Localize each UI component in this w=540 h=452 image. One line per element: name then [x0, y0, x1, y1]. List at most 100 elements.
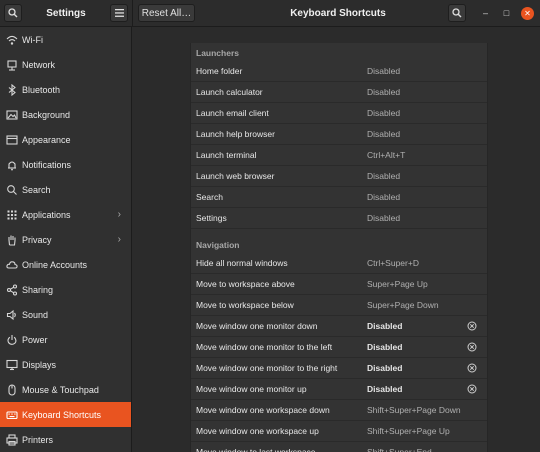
hamburger-icon	[114, 9, 124, 17]
sidebar-item-label: Notifications	[22, 159, 72, 170]
settings-title: Settings	[46, 8, 86, 19]
sidebar-item-background[interactable]: Background	[0, 102, 131, 127]
close-button[interactable]: ✕	[521, 7, 534, 20]
shortcut-accelerator: Disabled	[367, 213, 401, 223]
sidebar-item-network[interactable]: Network	[0, 52, 131, 77]
shortcut-row[interactable]: Move to workspace above Super+Page Up	[191, 274, 487, 295]
shortcut-row[interactable]: Move window one monitor down Disabled	[191, 316, 487, 337]
sidebar-item-sharing[interactable]: Sharing	[0, 277, 131, 302]
sidebar-item-label: Printers	[22, 434, 54, 445]
shortcut-accelerator: Disabled	[367, 87, 401, 97]
sidebar-item-sound[interactable]: Sound	[0, 302, 131, 327]
keyboard-icon	[6, 409, 18, 421]
sidebar-item-power[interactable]: Power	[0, 327, 131, 352]
header-separator	[132, 0, 133, 27]
shortcut-accelerator: Super+Page Up	[367, 279, 428, 289]
sidebar-item-applications[interactable]: Applications ›	[0, 202, 131, 227]
sidebar-item-mouse-touchpad[interactable]: Mouse & Touchpad	[0, 377, 131, 402]
minimize-button[interactable]: –	[479, 7, 492, 20]
network-icon	[6, 59, 18, 71]
reset-shortcut-icon[interactable]	[467, 342, 477, 352]
sidebar-item-label: Mouse & Touchpad	[22, 384, 99, 395]
speaker-icon	[6, 309, 18, 321]
shortcut-row[interactable]: Move window one monitor to the left Disab…	[191, 337, 487, 358]
sidebar-item-displays[interactable]: Displays	[0, 352, 131, 377]
bluetooth-icon	[6, 83, 18, 96]
sidebar: Wi-Fi Network Bluetooth Background Appearanc…	[0, 27, 132, 452]
section-title-launchers: Launchers	[196, 48, 239, 58]
sidebar-item-privacy[interactable]: Privacy ›	[0, 227, 131, 252]
shortcut-row[interactable]: Launch help browser Disabled	[191, 124, 487, 145]
reset-all-button[interactable]: Reset All…	[138, 4, 195, 22]
shortcut-accelerator: Disabled	[367, 363, 403, 373]
shortcut-name: Launch help browser	[196, 129, 275, 139]
sidebar-item-appearance[interactable]: Appearance	[0, 127, 131, 152]
sidebar-item-search[interactable]: Search	[0, 177, 131, 202]
main-content: Launchers Home folder Disabled Launch calcu…	[132, 27, 540, 452]
maximize-button[interactable]: □	[500, 7, 513, 20]
sidebar-item-online-accounts[interactable]: Online Accounts	[0, 252, 131, 277]
shortcut-accelerator: Disabled	[367, 321, 403, 331]
shortcut-row[interactable]: Home folder Disabled	[191, 61, 487, 82]
hand-icon	[6, 234, 18, 246]
shortcut-accelerator: Disabled	[367, 66, 401, 76]
section-title-navigation: Navigation	[196, 240, 240, 250]
sidebar-item-label: Background	[22, 109, 71, 120]
menu-button[interactable]	[110, 4, 128, 22]
sidebar-item-keyboard-shortcuts[interactable]: Keyboard Shortcuts	[0, 402, 131, 427]
chevron-right-icon: ›	[117, 209, 121, 220]
shortcut-row[interactable]: Move window one workspace up Shift+Super+…	[191, 421, 487, 442]
printer-icon	[6, 433, 18, 446]
shortcut-row[interactable]: Search Disabled	[191, 187, 487, 208]
sidebar-item-label: Bluetooth	[22, 84, 61, 95]
shortcut-name: Settings	[196, 213, 227, 223]
shortcut-row[interactable]: Hide all normal windows Ctrl+Super+D	[191, 253, 487, 274]
sidebar-item-bluetooth[interactable]: Bluetooth	[0, 77, 131, 102]
shortcut-name: Move window one monitor up	[196, 384, 307, 394]
shortcut-row[interactable]: Launch email client Disabled	[191, 103, 487, 124]
shortcut-row[interactable]: Move window one workspace down Shift+Supe…	[191, 400, 487, 421]
shortcut-search-button[interactable]	[448, 4, 466, 22]
sidebar-item-label: Privacy	[22, 234, 52, 245]
shortcut-row[interactable]: Launch web browser Disabled	[191, 166, 487, 187]
appearance-icon	[6, 134, 18, 146]
settings-window: Settings Reset All… Keyboard Shortcuts –…	[0, 0, 540, 452]
shortcut-name: Move window one monitor down	[196, 321, 318, 331]
search-icon	[6, 184, 18, 196]
shortcut-row[interactable]: Settings Disabled	[191, 208, 487, 229]
shortcut-accelerator: Ctrl+Alt+T	[367, 150, 406, 160]
reset-shortcut-icon[interactable]	[467, 321, 477, 331]
shortcut-accelerator: Disabled	[367, 129, 401, 139]
shortcuts-list: Launchers Home folder Disabled Launch calcu…	[190, 43, 488, 452]
sidebar-item-wi-fi[interactable]: Wi-Fi	[0, 27, 131, 52]
sidebar-item-label: Keyboard Shortcuts	[22, 409, 102, 420]
shortcut-row[interactable]: Move to workspace below Super+Page Down	[191, 295, 487, 316]
shortcut-row[interactable]: Launch calculator Disabled	[191, 82, 487, 103]
page-title: Keyboard Shortcuts	[290, 8, 386, 19]
wifi-icon	[6, 34, 18, 46]
search-button[interactable]	[4, 4, 22, 22]
shortcut-accelerator: Disabled	[367, 384, 403, 394]
shortcut-row[interactable]: Move window one monitor up Disabled	[191, 379, 487, 400]
shortcut-name: Move window to last workspace	[196, 447, 316, 452]
shortcut-accelerator: Disabled	[367, 192, 401, 202]
shortcut-accelerator: Disabled	[367, 171, 401, 181]
cloud-icon	[6, 259, 18, 271]
shortcut-name: Launch calculator	[196, 87, 263, 97]
shortcut-name: Move window one workspace down	[196, 405, 330, 415]
background-icon	[6, 109, 18, 121]
reset-shortcut-icon[interactable]	[467, 363, 477, 373]
shortcut-row[interactable]: Move window to last workspace Shift+Super…	[191, 442, 487, 452]
sidebar-item-printers[interactable]: Printers	[0, 427, 131, 452]
grid-icon	[6, 209, 18, 221]
shortcut-name: Search	[196, 192, 223, 202]
sidebar-item-label: Online Accounts	[22, 259, 88, 270]
shortcut-name: Move window one workspace up	[196, 426, 319, 436]
shortcut-name: Move to workspace above	[196, 279, 295, 289]
reset-shortcut-icon[interactable]	[467, 384, 477, 394]
sidebar-item-notifications[interactable]: Notifications	[0, 152, 131, 177]
shortcut-row[interactable]: Launch terminal Ctrl+Alt+T	[191, 145, 487, 166]
header-bar: Settings Reset All… Keyboard Shortcuts –…	[0, 0, 540, 27]
sidebar-item-label: Search	[22, 184, 51, 195]
shortcut-row[interactable]: Move window one monitor to the right Disa…	[191, 358, 487, 379]
